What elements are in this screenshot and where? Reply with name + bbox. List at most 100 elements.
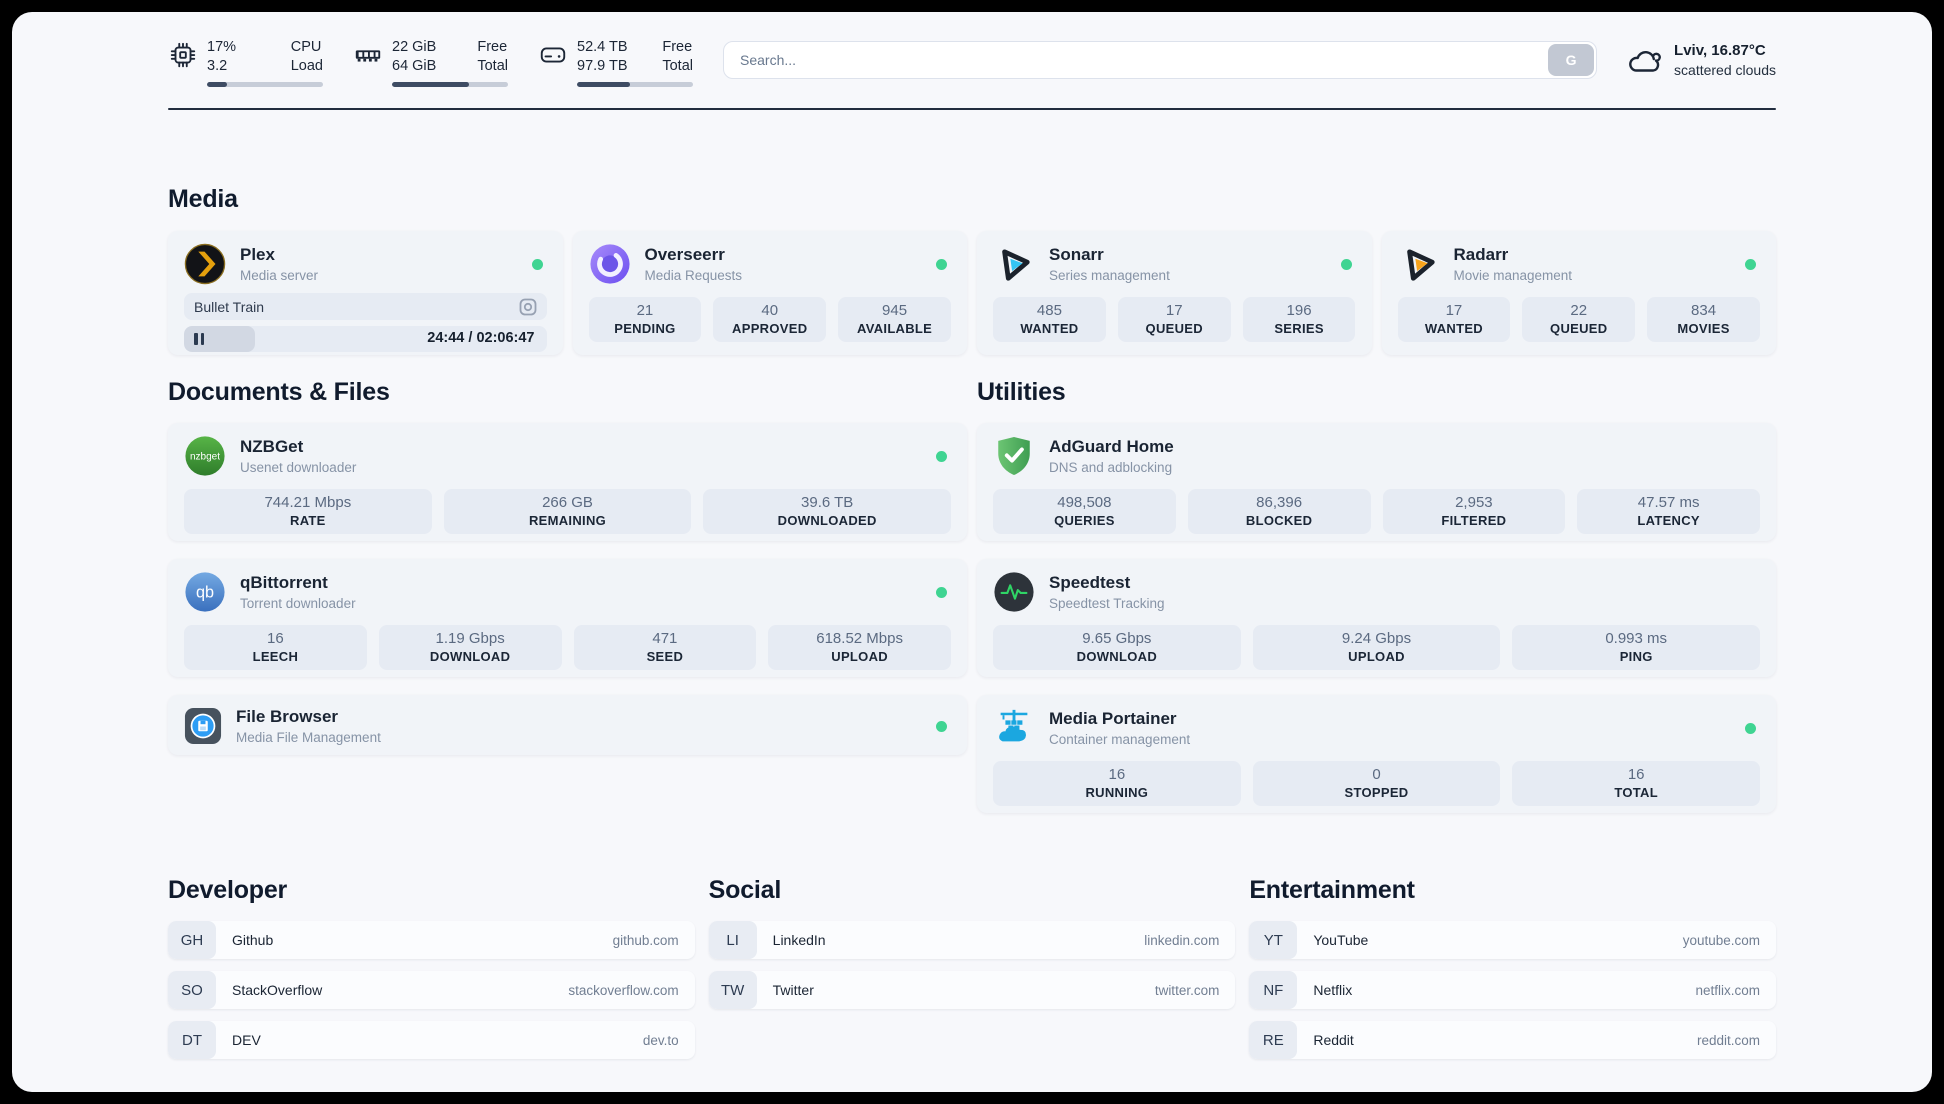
bookmark-netflix[interactable]: NF Netflix netflix.com: [1249, 971, 1776, 1009]
app-subtitle: Media File Management: [236, 730, 381, 745]
nzbget-icon: nzbget: [185, 436, 225, 476]
weather-location-temp: Lviv, 16.87°C: [1674, 42, 1766, 59]
app-subtitle: Media server: [240, 268, 319, 283]
memory-label-2: Total: [477, 58, 508, 74]
status-online-dot: [936, 720, 947, 732]
app-card-filebrowser[interactable]: File Browser Media File Management: [168, 695, 967, 755]
app-card-qbittorrent[interactable]: qb qBittorrent Torrent downloader 16 LEE…: [168, 559, 967, 677]
playback-progress-bar: 24:44 / 02:06:47: [184, 326, 547, 352]
cpu-usage-value: 17%: [207, 39, 237, 55]
cpu-progress-fill: [207, 82, 227, 87]
bookmark-github[interactable]: GH Github github.com: [168, 921, 695, 959]
bookmark-group-social: Social LI LinkedIn linkedin.com TW Twitt…: [708, 875, 1236, 1059]
section-title-developer: Developer: [168, 876, 288, 904]
cpu-chip-icon: [170, 42, 196, 68]
stat-ping: 0.993 ms PING: [1512, 625, 1761, 670]
section-title-utilities: Utilities: [977, 378, 1066, 406]
utilities-column: Utilities AdGuard Home DNS and adblockin…: [977, 377, 1776, 813]
stat-wanted: 485 WANTED: [993, 297, 1106, 342]
bookmark-abbr: SO: [168, 971, 216, 1009]
app-subtitle: DNS and adblocking: [1049, 460, 1173, 475]
status-online-dot: [1340, 258, 1352, 270]
bookmark-domain: netflix.com: [1695, 982, 1760, 998]
cpu-progress-track: [207, 82, 323, 87]
playback-time: 24:44 / 02:06:47: [427, 330, 535, 346]
disk-label-2: Total: [662, 58, 693, 74]
bookmark-abbr: NF: [1249, 971, 1298, 1009]
bookmark-linkedin[interactable]: LI LinkedIn linkedin.com: [708, 921, 1236, 959]
search-engine-button[interactable]: G: [1548, 44, 1595, 76]
svg-text:qb: qb: [196, 584, 214, 602]
cloud-icon: [1629, 50, 1661, 72]
bookmark-stackoverflow[interactable]: SO StackOverflow stackoverflow.com: [168, 971, 695, 1009]
app-subtitle: Torrent downloader: [240, 596, 356, 611]
bookmark-abbr: DT: [168, 1021, 216, 1059]
stat-upload: 9.24 Gbps UPLOAD: [1252, 625, 1501, 670]
bookmark-abbr: LI: [708, 921, 757, 959]
app-title: Speedtest: [1049, 573, 1131, 592]
bookmark-abbr: RE: [1249, 1021, 1298, 1059]
bookmark-domain: youtube.com: [1682, 932, 1760, 948]
stat-seed: 471 SEED: [573, 625, 757, 670]
sonarr-icon: [1002, 249, 1030, 281]
app-card-radarr[interactable]: Radarr Movie management 17 WANTED 22 QUE…: [1381, 231, 1776, 355]
stat-leech: 16 LEECH: [184, 625, 367, 670]
svg-text:nzbget: nzbget: [190, 451, 220, 462]
app-title: Plex: [240, 245, 275, 264]
radarr-icon: [1406, 249, 1435, 281]
qbittorrent-icon: qb: [185, 572, 225, 612]
stat-pending: 21 PENDING: [588, 297, 702, 342]
cpu-label-1: CPU: [290, 39, 322, 55]
app-subtitle: Usenet downloader: [240, 460, 357, 475]
now-playing-title: Bullet Train: [194, 298, 265, 315]
disk-progress-fill: [577, 82, 631, 87]
app-subtitle: Movie management: [1453, 268, 1573, 283]
bookmark-dev[interactable]: DT DEV dev.to: [168, 1021, 695, 1059]
section-title-documents: Documents & Files: [168, 378, 390, 406]
memory-free-value: 22 GiB: [392, 39, 437, 55]
app-card-overseerr[interactable]: Overseerr Media Requests 21 PENDING 40 A…: [572, 231, 967, 355]
stat-queued: 17 QUEUED: [1117, 297, 1231, 342]
ram-icon: [355, 50, 381, 62]
search-input[interactable]: [723, 41, 1598, 79]
bookmark-name: StackOverflow: [232, 982, 323, 998]
app-card-nzbget[interactable]: nzbget NZBGet Usenet downloader 744.21 M…: [168, 423, 967, 541]
app-title: Media Portainer: [1049, 709, 1177, 728]
app-title: Overseerr: [644, 245, 725, 264]
overseerr-icon: [589, 244, 630, 284]
media-cards-row: Plex Media server Bullet Train 24:44 / 0…: [168, 231, 1776, 355]
app-card-sonarr[interactable]: Sonarr Series management 485 WANTED 17 Q…: [977, 231, 1372, 355]
bookmark-reddit[interactable]: RE Reddit reddit.com: [1249, 1021, 1776, 1059]
app-subtitle: Speedtest Tracking: [1049, 596, 1165, 611]
bookmark-youtube[interactable]: YT YouTube youtube.com: [1249, 921, 1776, 959]
bookmark-name: LinkedIn: [772, 932, 826, 948]
memory-monitor-widget: 22 GiB Free 64 GiB Total: [353, 38, 508, 87]
app-card-plex[interactable]: Plex Media server Bullet Train 24:44 / 0…: [168, 231, 563, 355]
bookmark-domain: twitter.com: [1154, 982, 1220, 998]
app-card-portainer[interactable]: Media Portainer Container management 16 …: [977, 695, 1776, 813]
header-divider: [168, 108, 1776, 110]
stat-available: 945 AVAILABLE: [838, 297, 951, 342]
disk-total-value: 97.9 TB: [577, 58, 628, 74]
stat-remaining: 266 GB REMAINING: [443, 489, 692, 534]
status-online-dot: [936, 450, 947, 462]
app-card-speedtest[interactable]: Speedtest Speedtest Tracking 9.65 Gbps D…: [977, 559, 1776, 677]
bookmark-domain: linkedin.com: [1144, 932, 1220, 948]
cpu-label-2: Load: [290, 58, 323, 74]
stat-download: 9.65 Gbps DOWNLOAD: [993, 625, 1241, 670]
status-online-dot: [1745, 722, 1756, 734]
disk-label-1: Free: [662, 39, 693, 55]
memory-label-1: Free: [477, 39, 508, 55]
stat-blocked: 86,396 BLOCKED: [1187, 489, 1371, 534]
weather-widget: Lviv, 16.87°C scattered clouds: [1627, 41, 1776, 80]
stat-approved: 40 APPROVED: [713, 297, 827, 342]
portainer-crane-icon: [999, 709, 1028, 742]
bookmark-twitter[interactable]: TW Twitter twitter.com: [708, 971, 1236, 1009]
now-playing-row: Bullet Train: [184, 293, 547, 320]
status-online-dot: [1745, 258, 1756, 270]
app-card-adguard[interactable]: AdGuard Home DNS and adblocking 498,508 …: [977, 423, 1776, 541]
pause-button[interactable]: [194, 333, 204, 345]
bookmark-group-entertainment: Entertainment YT YouTube youtube.com NF …: [1249, 875, 1776, 1059]
status-online-dot: [936, 258, 947, 270]
stat-upload: 618.52 Mbps UPLOAD: [768, 625, 951, 670]
